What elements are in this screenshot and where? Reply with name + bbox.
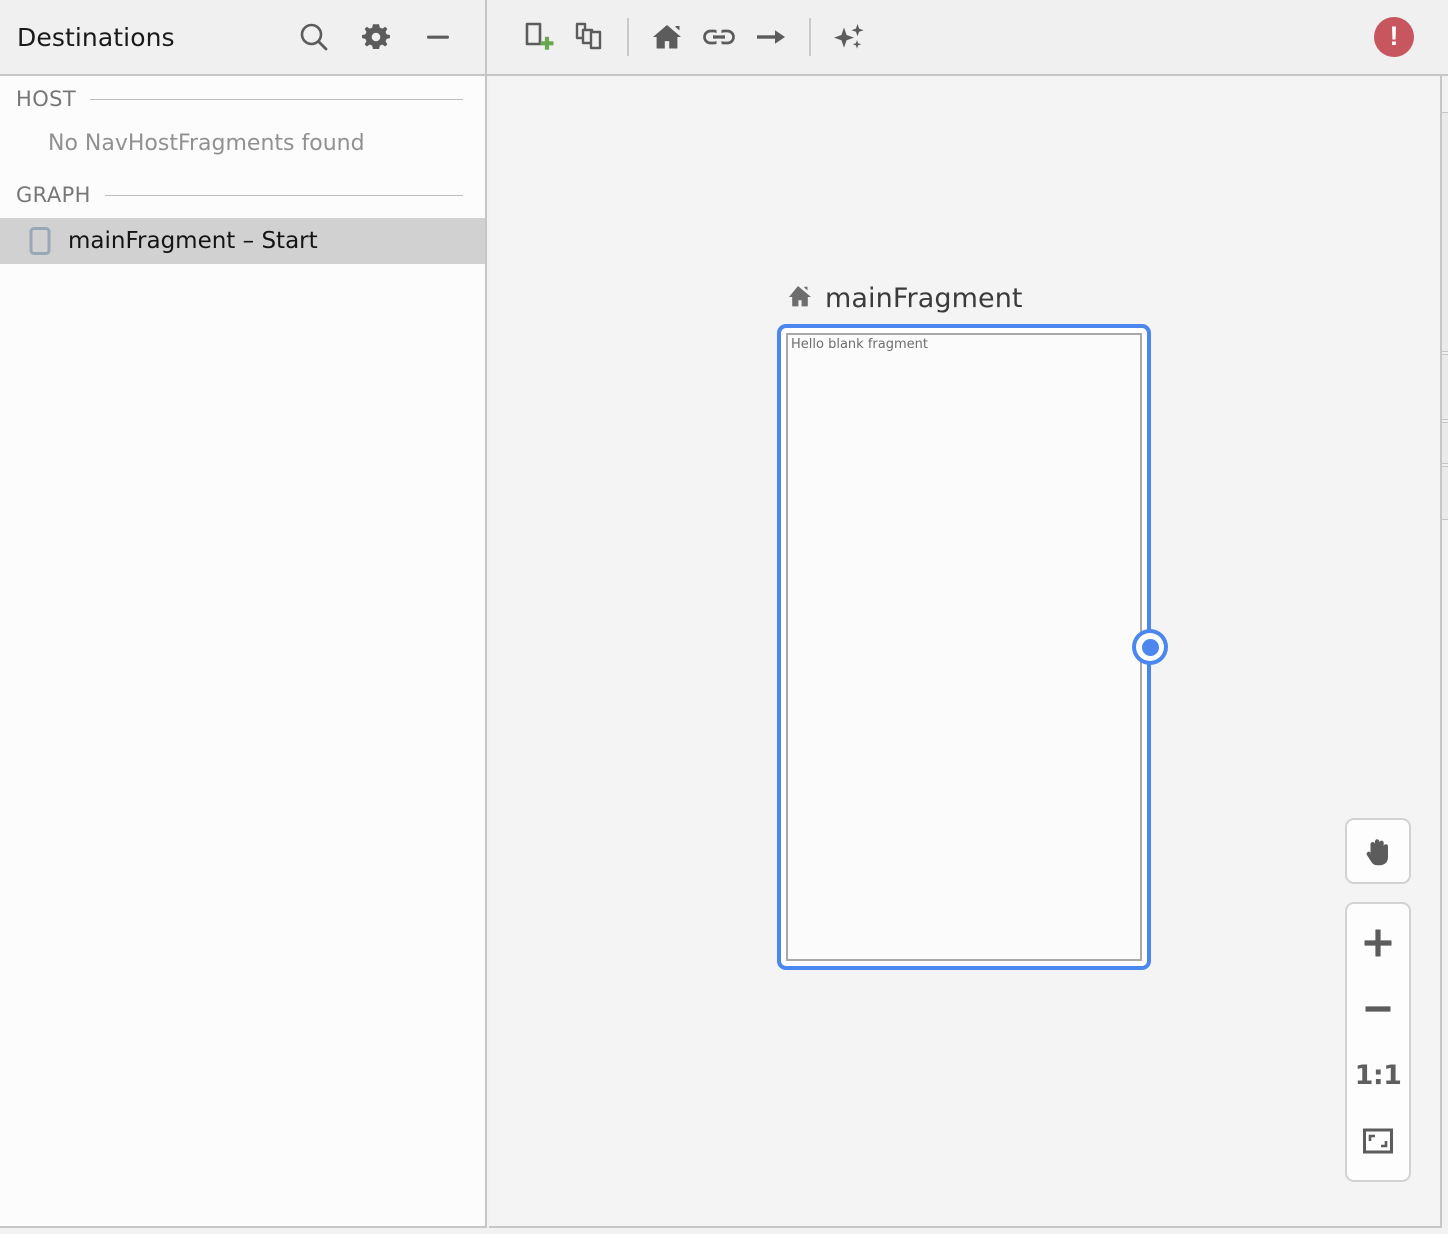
actual-size-label: 1:1 xyxy=(1354,1059,1402,1091)
connection-handle-ring xyxy=(1136,633,1164,661)
node-title: mainFragment xyxy=(777,281,1155,315)
group-header-graph-label: GRAPH xyxy=(16,183,91,207)
group-header-graph: GRAPH xyxy=(0,172,485,218)
stripe-segment[interactable] xyxy=(1442,354,1448,420)
fit-to-screen-button[interactable] xyxy=(1347,1109,1409,1173)
toolbar-separator-2 xyxy=(809,18,811,56)
connection-handle-dot xyxy=(1141,638,1159,656)
group-header-host: HOST xyxy=(0,76,485,122)
pan-tool-button[interactable] xyxy=(1345,818,1411,884)
destinations-panel-header: Destinations xyxy=(0,0,487,74)
host-empty-message: No NavHostFragments found xyxy=(48,131,365,156)
stripe-segment[interactable] xyxy=(1442,466,1448,520)
stripe-segment[interactable] xyxy=(1442,422,1448,464)
group-header-host-rule xyxy=(90,98,463,100)
list-item[interactable]: mainFragment – Start xyxy=(0,218,485,264)
stripe-segment[interactable] xyxy=(1442,112,1448,352)
zoom-out-button[interactable] xyxy=(1347,977,1409,1041)
home-icon xyxy=(783,281,813,315)
destinations-sidebar: HOST No NavHostFragments found GRAPH mai… xyxy=(0,76,487,1228)
navigation-editor: Destinations ! HOST No NavHostFragments … xyxy=(0,0,1448,1234)
destination-node-mainfragment[interactable]: mainFragment Hello blank fragment xyxy=(777,281,1168,970)
gear-icon[interactable] xyxy=(359,20,393,54)
connection-handle[interactable] xyxy=(1132,629,1168,665)
add-action-icon[interactable] xyxy=(745,13,797,61)
editor-toolbar: ! xyxy=(489,0,1448,74)
group-header-graph-rule xyxy=(104,194,463,196)
node-title-label: mainFragment xyxy=(825,282,1023,314)
add-deep-link-icon[interactable] xyxy=(693,13,745,61)
error-badge[interactable]: ! xyxy=(1374,17,1414,57)
zoom-in-button[interactable] xyxy=(1347,911,1409,975)
search-icon[interactable] xyxy=(297,20,331,54)
fragment-icon xyxy=(28,225,52,257)
new-destination-icon[interactable] xyxy=(511,13,563,61)
start-destination-icon[interactable] xyxy=(641,13,693,61)
page-title: Destinations xyxy=(17,22,175,52)
minimize-icon[interactable] xyxy=(421,20,455,54)
panel-header-actions xyxy=(297,20,455,54)
group-header-host-label: HOST xyxy=(16,87,77,111)
error-badge-glyph: ! xyxy=(1389,20,1399,51)
list-item-label: mainFragment – Start xyxy=(68,228,318,254)
actual-size-button[interactable]: 1:1 xyxy=(1347,1043,1409,1107)
node-frame[interactable]: Hello blank fragment xyxy=(777,324,1168,970)
node-preview-text: Hello blank fragment xyxy=(791,337,928,352)
zoom-controls-group: 1:1 xyxy=(1345,902,1411,1182)
navigation-graph-canvas[interactable]: mainFragment Hello blank fragment 1:1 xyxy=(489,76,1440,1228)
tool-window-stripe xyxy=(1440,76,1448,1228)
top-bar: Destinations ! xyxy=(0,0,1448,76)
toolbar-separator-1 xyxy=(627,18,629,56)
node-preview: Hello blank fragment xyxy=(786,333,1142,961)
new-nested-graph-icon[interactable] xyxy=(563,13,615,61)
auto-arrange-icon[interactable] xyxy=(823,13,875,61)
window-bottom-edge xyxy=(0,1228,1448,1234)
